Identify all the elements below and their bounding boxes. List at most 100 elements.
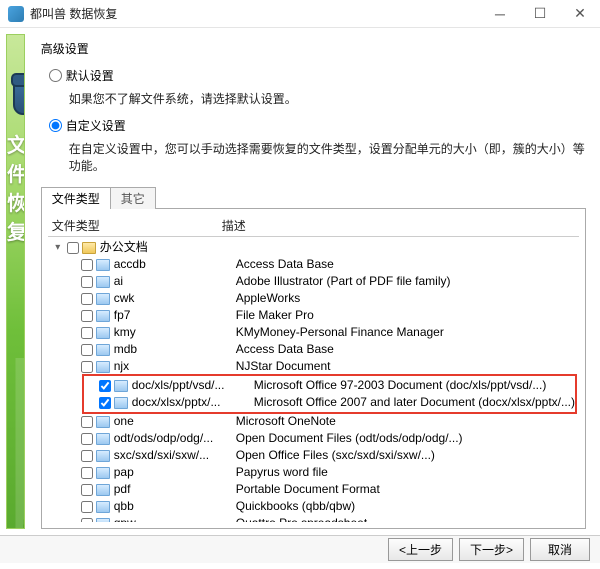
checkbox[interactable] [81,276,93,288]
tree-row[interactable]: mdbAccess Data Base [48,341,579,358]
col-header-desc: 描述 [222,217,575,234]
footer: <上一步 下一步> 取消 [0,535,600,563]
cancel-button[interactable]: 取消 [530,538,590,561]
checkbox[interactable] [81,310,93,322]
checkbox[interactable] [81,327,93,339]
window-title: 都叫兽 数据恢复 [30,5,480,22]
checkbox[interactable] [81,344,93,356]
tree-row[interactable]: doc/xls/ppt/vsd/...Microsoft Office 97-2… [84,377,575,394]
item-name: pdf [114,481,236,498]
item-name: accdb [114,256,236,273]
item-name: fp7 [114,307,236,324]
file-icon [96,484,110,496]
item-desc: NJStar Document [236,358,331,375]
file-icon [96,518,110,523]
folder-icon [82,242,96,254]
tree-row[interactable]: qpwQuattro Pro spreadsheet [48,515,579,522]
radio-default-label: 默认设置 [66,67,114,84]
file-icon [96,433,110,445]
radio-custom-label: 自定义设置 [66,117,126,134]
checkbox[interactable] [81,361,93,373]
tree-row[interactable]: odt/ods/odp/odg/...Open Document Files (… [48,430,579,447]
file-type-tree[interactable]: ▾ 办公文档accdbAccess Data BaseaiAdobe Illust… [48,237,579,522]
tree-row[interactable]: accdbAccess Data Base [48,256,579,273]
item-name: kmy [114,324,236,341]
tab-file-types[interactable]: 文件类型 [41,187,111,209]
item-name: qbb [114,498,236,515]
item-desc: Microsoft Office 2007 and later Document… [254,394,575,411]
checkbox[interactable] [81,467,93,479]
item-name: doc/xls/ppt/vsd/... [132,377,254,394]
file-icon [96,416,110,428]
tree-row[interactable]: kmyKMyMoney-Personal Finance Manager [48,324,579,341]
file-icon [96,327,110,339]
maximize-button[interactable]: ☐ [520,0,560,28]
section-title: 高级设置 [41,40,586,57]
minimize-button[interactable]: ─ [480,0,520,28]
file-icon [114,397,128,409]
tree-row[interactable]: pdfPortable Document Format [48,481,579,498]
item-name: qpw [114,515,236,522]
checkbox[interactable] [81,450,93,462]
tree-row[interactable]: qbbQuickbooks (qbb/qbw) [48,498,579,515]
checkbox[interactable] [81,433,93,445]
file-icon [96,501,110,513]
checkbox[interactable] [81,484,93,496]
item-desc: Papyrus word file [236,464,328,481]
collapse-icon[interactable]: ▾ [52,239,64,256]
file-icon [96,361,110,373]
item-name: cwk [114,290,236,307]
next-button[interactable]: 下一步> [459,538,524,561]
col-header-type: 文件类型 [52,217,222,234]
tree-row[interactable]: papPapyrus word file [48,464,579,481]
tree-row[interactable]: ▾ 办公文档 [48,239,579,256]
item-desc: Quattro Pro spreadsheet [236,515,367,522]
item-name: one [114,413,236,430]
item-desc: Open Document Files (odt/ods/odp/odg/...… [236,430,463,447]
titlebar: 都叫兽 数据恢复 ─ ☐ ✕ [0,0,600,28]
tree-row[interactable]: cwkAppleWorks [48,290,579,307]
close-button[interactable]: ✕ [560,0,600,28]
file-icon [96,467,110,479]
radio-custom-input[interactable] [49,119,62,132]
checkbox[interactable] [81,259,93,271]
file-icon [96,259,110,271]
item-desc: Quickbooks (qbb/qbw) [236,498,355,515]
item-desc: Portable Document Format [236,481,380,498]
file-icon [96,276,110,288]
main-panel: 高级设置 默认设置 如果您不了解文件系统，请选择默认设置。 自定义设置 在自定义… [25,34,594,529]
item-name: sxc/sxd/sxi/sxw/... [114,447,236,464]
item-name: 办公文档 [100,239,222,256]
checkbox[interactable] [67,242,79,254]
file-types-panel: 文件类型 描述 ▾ 办公文档accdbAccess Data BaseaiAdob… [41,208,586,529]
file-icon [114,380,128,392]
tab-other[interactable]: 其它 [110,187,156,209]
item-name: mdb [114,341,236,358]
checkbox[interactable] [81,501,93,513]
tree-row[interactable]: oneMicrosoft OneNote [48,413,579,430]
back-button[interactable]: <上一步 [388,538,453,561]
app-icon [8,6,24,22]
radio-default-input[interactable] [49,69,62,82]
checkbox[interactable] [81,518,93,523]
tree-row[interactable]: sxc/sxd/sxi/sxw/...Open Office Files (sx… [48,447,579,464]
checkbox[interactable] [99,380,111,392]
checkbox[interactable] [99,397,111,409]
radio-custom[interactable]: 自定义设置 [49,117,586,134]
tree-row[interactable]: njxNJStar Document [48,358,579,375]
tree-row[interactable]: fp7File Maker Pro [48,307,579,324]
list-header: 文件类型 描述 [48,215,579,237]
checkbox[interactable] [81,293,93,305]
item-desc: Access Data Base [236,256,334,273]
tree-row[interactable]: aiAdobe Illustrator (Part of PDF file fa… [48,273,579,290]
item-name: njx [114,358,236,375]
tabs: 文件类型 其它 [41,186,586,208]
tree-row[interactable]: docx/xlsx/pptx/...Microsoft Office 2007 … [84,394,575,411]
sidebar-decoration [6,358,25,529]
item-name: pap [114,464,236,481]
sidebar-title: 文件恢复 [7,129,24,245]
radio-default[interactable]: 默认设置 [49,67,586,84]
item-name: odt/ods/odp/odg/... [114,430,236,447]
checkbox[interactable] [81,416,93,428]
file-icon [96,450,110,462]
